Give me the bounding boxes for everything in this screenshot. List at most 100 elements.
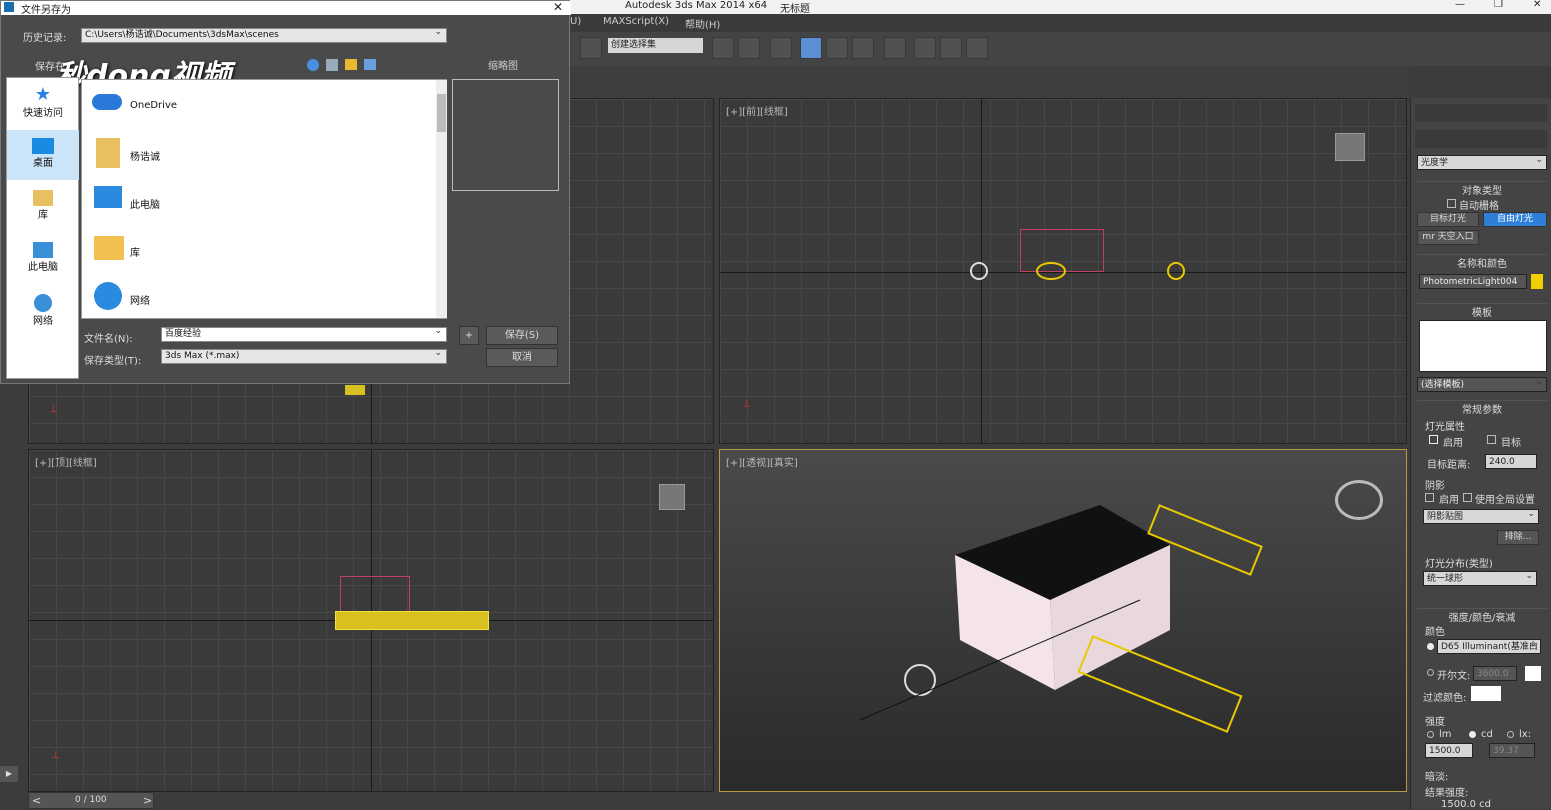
save-type-dropdown[interactable]: 3ds Max (*.max) xyxy=(161,347,447,364)
scrollbar[interactable] xyxy=(436,80,447,318)
new-folder-icon[interactable] xyxy=(345,59,357,70)
time-next-button[interactable]: > xyxy=(143,794,152,807)
mirror-icon[interactable] xyxy=(712,37,734,59)
increment-button[interactable]: + xyxy=(459,326,479,345)
template-dropdown[interactable]: (选择模板) xyxy=(1417,375,1547,392)
viewport-top[interactable]: [+][顶][线框] ⊥ xyxy=(28,449,714,792)
command-panel: 光度学 对象类型 自动栅格 目标灯光 自由灯光 mr 天空入口 名称和颜色 Ph… xyxy=(1410,98,1551,810)
lx-radio[interactable] xyxy=(1507,731,1514,738)
render-teapot-icon[interactable] xyxy=(966,37,988,59)
shadow-enable-checkbox[interactable] xyxy=(1425,493,1434,502)
play-icon[interactable]: ▶ xyxy=(0,766,18,782)
curve-editor-icon[interactable] xyxy=(826,37,848,59)
viewcube-icon[interactable] xyxy=(1335,480,1383,520)
restore-icon[interactable]: ❐ xyxy=(1494,0,1503,10)
thumbnail-label: 缩略图 xyxy=(488,61,518,72)
cd-spinner[interactable]: 1500.0 xyxy=(1425,743,1473,758)
menu-help[interactable]: 帮助(H) xyxy=(685,16,720,31)
places-network[interactable]: 网络 xyxy=(7,286,79,336)
file-list[interactable]: OneDrive 杨诰诚 此电脑 库 网络 xyxy=(81,79,447,319)
target-checkbox[interactable] xyxy=(1487,435,1496,444)
time-slider[interactable]: < 0 / 100 > xyxy=(28,792,154,809)
viewcube-icon[interactable] xyxy=(1335,133,1365,161)
preset-radio[interactable] xyxy=(1427,643,1434,650)
target-light-button[interactable]: 目标灯光 xyxy=(1417,212,1479,227)
kelvin-spinner[interactable]: 3600.0 xyxy=(1473,666,1517,681)
time-prev-button[interactable]: < xyxy=(32,794,41,807)
viewcube-icon[interactable] xyxy=(659,484,685,510)
viewport-label[interactable]: [+][前][线框] xyxy=(726,103,788,118)
filter-color-swatch[interactable] xyxy=(1471,686,1501,701)
schematic-icon[interactable] xyxy=(852,37,874,59)
menu-item-u[interactable]: U) xyxy=(570,16,581,27)
light-object[interactable] xyxy=(345,385,365,395)
history-path-dropdown[interactable]: C:\Users\杨诰诚\Documents\3dsMax\scenes xyxy=(81,26,447,43)
view-menu-icon[interactable] xyxy=(364,59,376,70)
kelvin-radio[interactable] xyxy=(1427,669,1434,676)
time-frame-label: 0 / 100 xyxy=(75,795,107,805)
distribution-dropdown[interactable]: 统一球形 xyxy=(1423,569,1537,586)
places-quick-access[interactable]: ★ 快速访问 xyxy=(7,80,79,130)
filename-input[interactable]: 百度经验 xyxy=(161,325,447,342)
viewport-perspective[interactable]: [+][透视][真实] xyxy=(719,449,1407,792)
mr-sky-portal-button[interactable]: mr 天空入口 xyxy=(1417,230,1479,245)
render-frame-icon[interactable] xyxy=(940,37,962,59)
light-enable-checkbox[interactable] xyxy=(1429,435,1438,444)
cancel-button[interactable]: 取消 xyxy=(486,348,558,367)
dialog-close-icon[interactable]: ✕ xyxy=(553,0,563,14)
selection-set-dropdown[interactable]: 创建选择集 xyxy=(608,38,703,53)
scene-explorer-icon[interactable] xyxy=(800,37,822,59)
select-filter-icon[interactable] xyxy=(580,37,602,59)
lm-radio[interactable] xyxy=(1427,731,1434,738)
shadow-type-dropdown[interactable]: 阴影贴图 xyxy=(1423,507,1539,524)
name-color-header[interactable]: 名称和颜色 xyxy=(1417,254,1547,270)
align-icon[interactable] xyxy=(738,37,760,59)
cd-radio[interactable] xyxy=(1469,731,1476,738)
dialog-title-bar: 文件另存为 ✕ xyxy=(1,0,571,16)
minimize-icon[interactable]: — xyxy=(1455,0,1465,10)
autogrid-checkbox[interactable] xyxy=(1447,199,1456,208)
kelvin-label: 开尔文: xyxy=(1437,671,1471,682)
light-object[interactable] xyxy=(1167,262,1185,280)
target-distance-spinner[interactable]: 240.0 xyxy=(1485,454,1537,469)
category-dropdown[interactable]: 光度学 xyxy=(1417,153,1547,170)
object-category-icons[interactable] xyxy=(1415,130,1547,148)
viewport-front[interactable]: [+][前][线框] ⊥ xyxy=(719,98,1407,444)
intensity-header[interactable]: 强度/颜色/衰减 xyxy=(1417,608,1547,624)
object-name-input[interactable]: PhotometricLight004 xyxy=(1419,274,1527,289)
use-global-checkbox[interactable] xyxy=(1463,493,1472,502)
places-this-pc[interactable]: 此电脑 xyxy=(7,234,79,284)
general-params-header[interactable]: 常规参数 xyxy=(1417,400,1547,416)
material-editor-icon[interactable] xyxy=(884,37,906,59)
max-app-icon xyxy=(4,2,14,12)
template-header[interactable]: 模板 xyxy=(1417,303,1547,319)
result-intensity-value: 1500.0 cd xyxy=(1441,799,1492,810)
light-object[interactable] xyxy=(970,262,988,280)
kelvin-swatch[interactable] xyxy=(1525,666,1541,681)
exclude-button[interactable]: 排除... xyxy=(1497,530,1539,545)
close-icon[interactable]: ✕ xyxy=(1533,0,1541,10)
save-button[interactable]: 保存(S) xyxy=(486,326,558,345)
places-desktop[interactable]: 桌面 xyxy=(7,130,79,180)
filter-color-label: 过滤颜色: xyxy=(1423,693,1467,704)
back-icon[interactable] xyxy=(307,59,319,71)
lx-spinner[interactable]: 39.37 xyxy=(1489,743,1535,758)
dimming-label: 暗淡: xyxy=(1425,772,1449,783)
free-light-button[interactable]: 自由灯光 xyxy=(1483,212,1547,227)
layer-icon[interactable] xyxy=(770,37,792,59)
scrollbar-thumb[interactable] xyxy=(437,94,446,132)
color-preset-dropdown[interactable]: D65 Illuminant(基准白 xyxy=(1437,637,1541,654)
panel-tabs[interactable] xyxy=(1415,104,1547,122)
places-libraries[interactable]: 库 xyxy=(7,182,79,232)
render-setup-icon[interactable] xyxy=(914,37,936,59)
light-object[interactable] xyxy=(1036,262,1066,280)
object-color-swatch[interactable] xyxy=(1531,274,1543,289)
up-folder-icon[interactable] xyxy=(326,59,338,71)
axis-gizmo-icon: ⊥ xyxy=(49,404,58,415)
light-object[interactable] xyxy=(335,611,489,630)
cd-label: cd xyxy=(1481,729,1493,740)
menu-maxscript[interactable]: MAXScript(X) xyxy=(603,16,669,27)
viewport-label[interactable]: [+][顶][线框] xyxy=(35,454,97,469)
object-type-header[interactable]: 对象类型 xyxy=(1417,181,1547,197)
template-list[interactable] xyxy=(1419,320,1547,372)
